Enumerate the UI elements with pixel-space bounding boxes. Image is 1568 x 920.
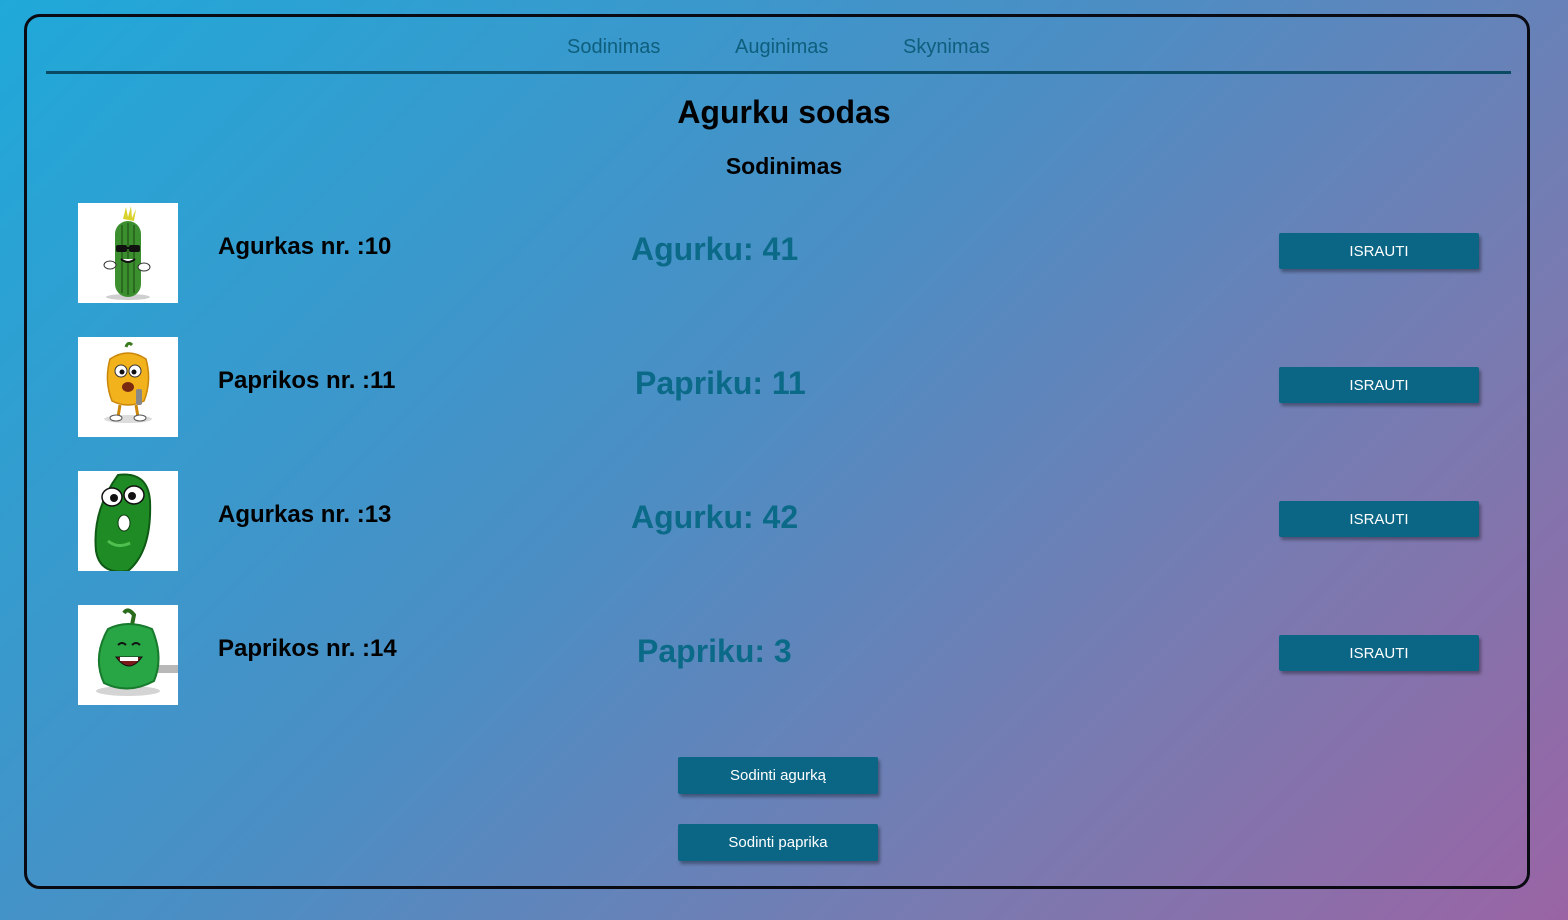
plant-name: Paprikos nr. :11 — [218, 367, 396, 394]
plant-row: Agurkas nr. :10 Agurku: 41 ISRAUTI — [78, 203, 1481, 303]
plant-cucumber-button[interactable]: Sodinti agurką — [678, 757, 878, 794]
plant-count: Papriku: 3 — [637, 633, 792, 669]
green-pepper-laughing-image — [78, 605, 178, 705]
yellow-pepper-singing-image — [78, 337, 178, 437]
plant-name: Agurkas nr. :10 — [218, 233, 392, 260]
remove-plant-button[interactable]: ISRAUTI — [1279, 367, 1479, 403]
top-nav: Sodinimas Auginimas Skynimas — [46, 28, 1511, 74]
nav-link-skynimas[interactable]: Skynimas — [903, 36, 990, 59]
page-title: Agurku sodas — [677, 94, 891, 130]
sunglasses-cucumber-image — [78, 203, 178, 303]
remove-plant-button[interactable]: ISRAUTI — [1279, 501, 1479, 537]
plant-row: Agurkas nr. :13 Agurku: 42 ISRAUTI — [78, 471, 1481, 571]
plant-name: Agurkas nr. :13 — [218, 501, 392, 528]
section-title: Sodinimas — [725, 153, 843, 179]
plant-name: Paprikos nr. :14 — [218, 635, 397, 662]
plant-row: Paprikos nr. :11 Papriku: 11 ISRAUTI — [78, 337, 1481, 437]
plant-row: Paprikos nr. :14 Papriku: 3 ISRAUTI — [78, 605, 1481, 705]
nav-link-auginimas[interactable]: Auginimas — [735, 36, 828, 59]
remove-plant-button[interactable]: ISRAUTI — [1279, 233, 1479, 269]
remove-plant-button[interactable]: ISRAUTI — [1279, 635, 1479, 671]
plant-count: Agurku: 42 — [631, 499, 799, 535]
nav-link-sodinimas[interactable]: Sodinimas — [567, 36, 660, 59]
plant-count: Agurku: 41 — [631, 231, 799, 267]
googly-eyed-cucumber-image — [78, 471, 178, 571]
plant-pepper-button[interactable]: Sodinti paprika — [678, 824, 878, 861]
plant-count: Papriku: 11 — [635, 365, 806, 401]
